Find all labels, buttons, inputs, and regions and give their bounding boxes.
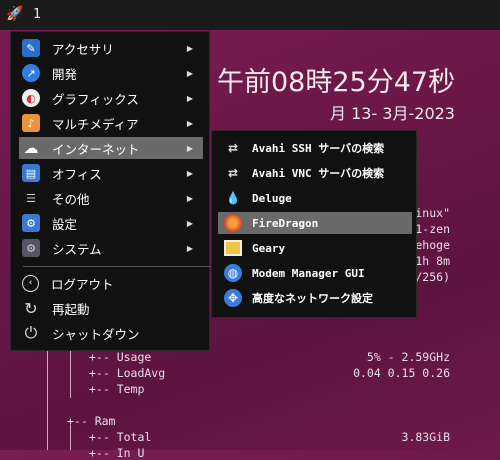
top-panel: 🚀 1 [0,0,500,30]
network-icon: ✥ [224,289,242,307]
clock-time: 午前08時25分47秒 [217,67,456,98]
development-icon: ↗ [22,64,40,82]
reboot-icon: ↻ [24,298,38,318]
menu-item-label: システム [52,241,102,257]
application-menu: ✎ アクセサリ ▶ ↗ 開発 ▶ ◐ グラフィックス ▶ ♪ マルチメディア ▶… [10,31,211,351]
temp-label: +-- Temp [89,382,145,396]
submenu-item-label: FireDragon [252,216,319,230]
menu-item-label: アクセサリ [52,41,114,57]
submenu-item-label: 高度なネットワーク設定 [252,292,373,305]
globe-icon: ◍ [224,264,242,282]
graphics-icon: ◐ [22,89,40,107]
firedragon-icon [224,214,242,232]
menu-item-label: 設定 [52,216,78,232]
ram-label: +-- Ram [67,414,116,428]
menu-item-settings[interactable]: ⚙ 設定 ▶ [19,212,203,234]
network-arrows-icon: ⇄ [227,141,239,155]
submenu-item-label: Avahi VNC サーバの検索 [252,167,385,180]
menu-item-internet[interactable]: ☁ インターネット ▶ [19,137,203,159]
submenu-arrow-icon: ▶ [186,68,193,78]
tree-line [47,350,48,450]
network-arrows-icon: ⇄ [227,166,239,180]
menu-item-label: シャットダウン [52,326,140,342]
submenu-item-avahi-vnc[interactable]: ⇄ Avahi VNC サーバの検索 [218,162,412,184]
submenu-item-network-settings[interactable]: ✥ 高度なネットワーク設定 [218,287,412,309]
menu-item-other[interactable]: ☰ その他 ▶ [19,187,203,209]
ram-inuse-label: +-- In U [89,446,145,460]
loadavg-value: 0.04 0.15 0.26 [353,366,450,380]
submenu-item-geary[interactable]: Geary [218,237,412,259]
submenu-item-avahi-ssh[interactable]: ⇄ Avahi SSH サーバの検索 [218,137,412,159]
menu-item-label: 開発 [52,66,78,82]
rocket-icon[interactable]: 🚀 [6,6,23,22]
menu-item-label: その他 [52,191,90,207]
other-icon: ☰ [26,191,36,205]
accessories-icon: ✎ [22,39,40,57]
menu-item-label: グラフィックス [52,91,139,107]
submenu-arrow-icon: ▶ [186,168,193,178]
submenu-item-label: Avahi SSH サーバの検索 [252,142,385,155]
ram-total-label: +-- Total [89,430,152,444]
menu-item-graphics[interactable]: ◐ グラフィックス ▶ [19,87,203,109]
cloud-icon: ☁ [23,139,39,157]
submenu-arrow-icon: ▶ [186,93,193,103]
submenu-item-label: Deluge [252,191,292,205]
tree-line [70,350,71,398]
menu-item-office[interactable]: ▤ オフィス ▶ [19,162,203,184]
submenu-item-modem-manager[interactable]: ◍ Modem Manager GUI [218,262,412,284]
menu-separator [23,266,211,267]
menu-item-development[interactable]: ↗ 開発 ▶ [19,62,203,84]
power-icon: ⏻ [24,323,38,342]
submenu-arrow-icon: ▶ [186,118,193,128]
clock-date: 月 13- 3月-2023 [330,104,455,123]
menu-item-label: 再起動 [52,301,90,317]
menu-item-accessories[interactable]: ✎ アクセサリ ▶ [19,37,203,59]
submenu-item-label: Modem Manager GUI [252,266,365,280]
menu-item-label: ログアウト [51,276,114,292]
sysinfo-uptime: 1h 8m [415,254,450,268]
mail-icon [224,240,242,256]
logout-icon: ‹ [22,274,39,292]
menu-item-label: インターネット [52,141,140,157]
submenu-item-firedragon[interactable]: FireDragon [218,212,412,234]
reboot-button[interactable]: ↻ 再起動 [19,297,203,319]
submenu-item-label: Geary [252,241,286,255]
menu-item-system[interactable]: ⚙ システム ▶ [19,237,203,259]
multimedia-icon: ♪ [22,114,40,132]
logout-button[interactable]: ‹ ログアウト [19,272,203,294]
system-icon: ⚙ [22,239,40,257]
submenu-arrow-icon: ▶ [186,43,193,53]
ram-total-value: 3.83GiB [401,430,450,444]
internet-submenu: ⇄ Avahi SSH サーバの検索 ⇄ Avahi VNC サーバの検索 💧 … [211,130,417,318]
submenu-item-deluge[interactable]: 💧 Deluge [218,187,412,209]
submenu-arrow-icon: ▶ [186,218,193,228]
tree-line [70,425,71,450]
office-icon: ▤ [22,164,40,182]
menu-item-multimedia[interactable]: ♪ マルチメディア ▶ [19,112,203,134]
cpu-usage-label: +-- Usage [89,350,152,364]
submenu-arrow-icon: ▶ [186,193,193,203]
workspace-indicator[interactable]: 1 [33,7,41,22]
menu-item-label: マルチメディア [52,116,139,132]
settings-icon: ⚙ [22,214,40,232]
shutdown-button[interactable]: ⏻ シャットダウン [19,322,203,344]
submenu-arrow-icon: ▶ [186,243,193,253]
menu-item-label: オフィス [52,166,102,182]
submenu-arrow-icon: ▶ [186,143,193,153]
cpu-usage-value: 5% - 2.59GHz [366,350,450,364]
droplet-icon: 💧 [225,191,241,205]
loadavg-label: +-- LoadAvg [89,366,166,380]
